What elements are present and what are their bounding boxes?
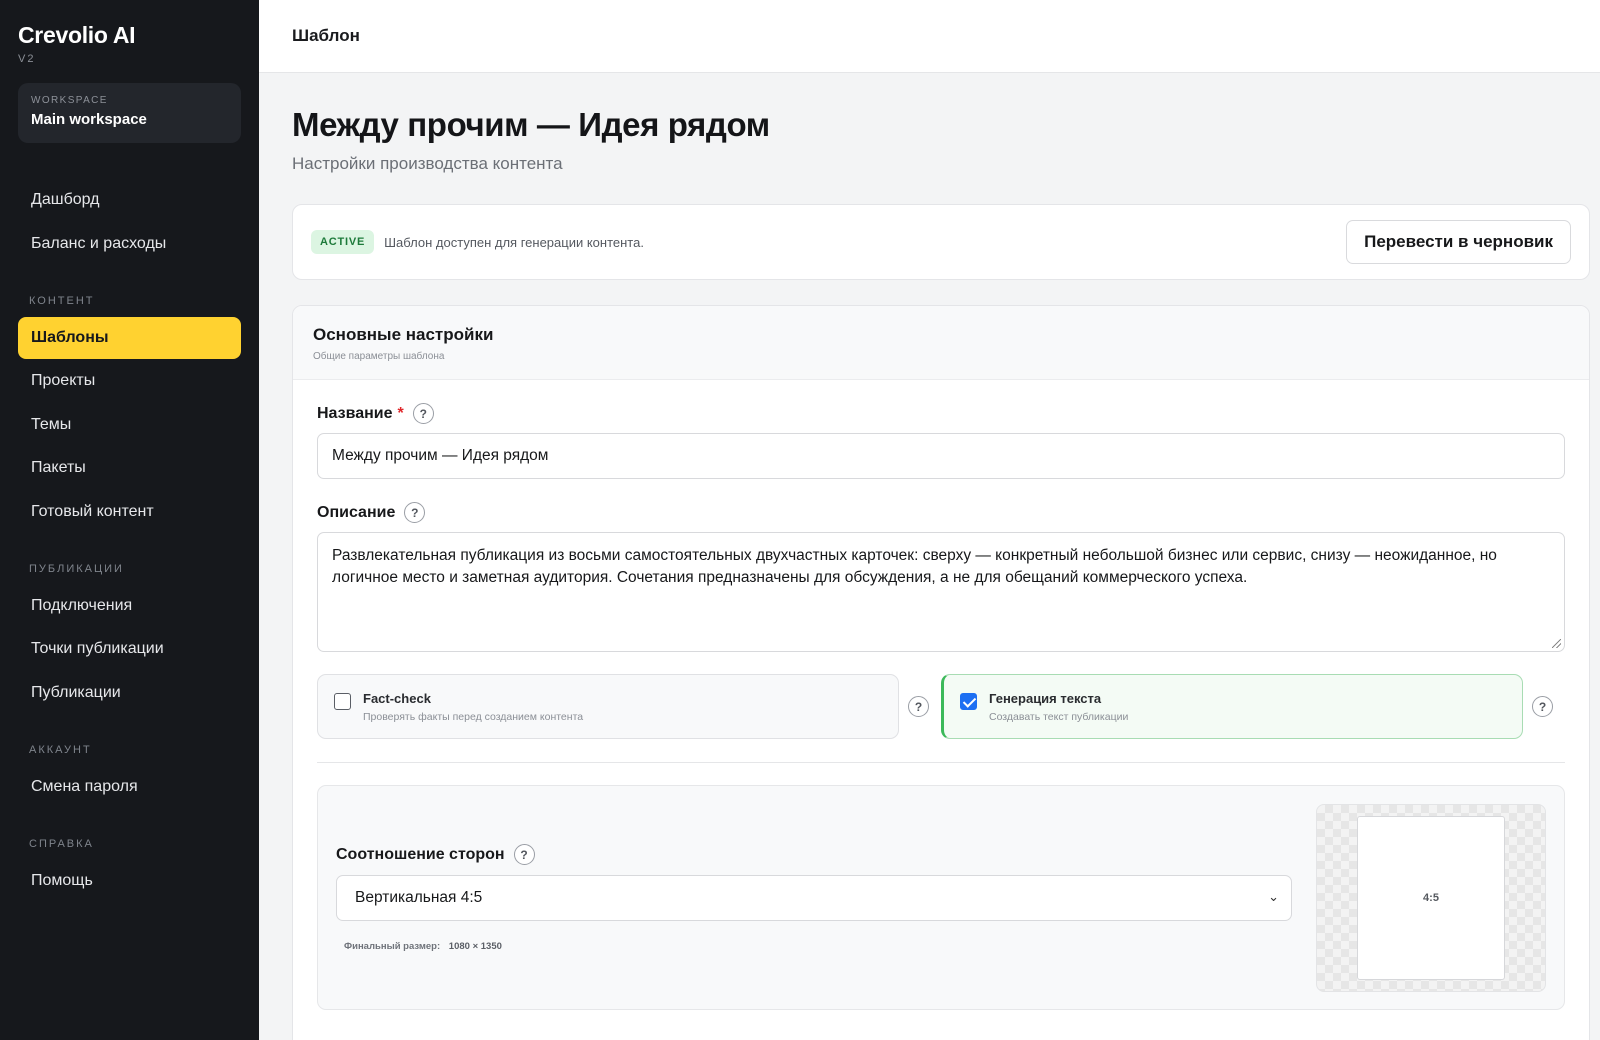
move-to-draft-button[interactable]: Перевести в черновик: [1346, 220, 1571, 264]
settings-subtitle: Общие параметры шаблона: [313, 351, 445, 362]
name-input[interactable]: Между прочим — Идея рядом: [317, 433, 1565, 479]
settings-header: Основные настройки Общие параметры шабло…: [293, 306, 1589, 380]
fact-check-checkbox[interactable]: [334, 693, 351, 710]
divider: [317, 762, 1565, 763]
status-badge: ACTIVE: [311, 230, 375, 254]
description-label-text: Описание: [317, 503, 396, 521]
description-textarea[interactable]: Развлекательная публикация из восьми сам…: [317, 532, 1565, 652]
sidebar-item-change-password[interactable]: Смена пароля: [18, 766, 241, 808]
sidebar-item-dashboard[interactable]: Дашборд: [18, 179, 241, 221]
sidebar-item-templates[interactable]: Шаблоны: [18, 316, 241, 359]
description-text: Развлекательная публикация из восьми сам…: [332, 547, 1497, 586]
text-generation-description: Создавать текст публикации: [989, 711, 1129, 723]
resize-grip-icon[interactable]: [1552, 639, 1561, 648]
sidebar-section-account: АККАУНТ: [29, 743, 92, 756]
topbar: Шаблон: [259, 0, 1600, 73]
final-size-value: 1080 × 1350: [448, 941, 502, 952]
aspect-field-label: Соотношение сторон ?: [336, 844, 1292, 865]
fact-check-title: Fact-check: [363, 691, 431, 706]
help-icon[interactable]: ?: [412, 403, 434, 424]
final-size-label: Финальный размер:: [344, 941, 441, 952]
settings-title: Основные настройки: [313, 325, 494, 344]
sidebar-item-publications[interactable]: Публикации: [18, 672, 241, 714]
text-generation-checkbox[interactable]: [960, 693, 977, 710]
fact-check-toggle[interactable]: Fact-check Проверять факты перед создани…: [317, 674, 899, 739]
workspace-name: Main workspace: [31, 111, 147, 128]
sidebar-item-connections[interactable]: Подключения: [18, 585, 241, 627]
help-icon[interactable]: ?: [404, 502, 426, 523]
sidebar-item-help[interactable]: Помощь: [18, 860, 241, 902]
settings-card: Основные настройки Общие параметры шабло…: [292, 305, 1590, 1040]
sidebar-section-content: КОНТЕНТ: [29, 294, 95, 307]
chevron-down-icon: ⌄: [1268, 889, 1279, 904]
aspect-preview-frame: 4:5: [1357, 816, 1505, 980]
final-size: Финальный размер: 1080 × 1350: [336, 941, 1292, 952]
app-logo: Crevolio AI: [18, 22, 136, 48]
workspace-label: WORKSPACE: [31, 95, 108, 106]
sidebar-item-packages[interactable]: Пакеты: [18, 447, 241, 489]
fact-check-description: Проверять факты перед созданием контента: [363, 711, 584, 723]
sidebar-item-balance[interactable]: Баланс и расходы: [18, 223, 241, 265]
page-title: Между прочим — Идея рядом: [292, 106, 770, 143]
name-label-text: Название: [317, 404, 393, 422]
aspect-ratio-panel: Соотношение сторон ? Вертикальная 4:5 ⌄ …: [317, 785, 1565, 1010]
text-generation-toggle[interactable]: Генерация текста Создавать текст публика…: [941, 674, 1523, 739]
text-generation-title: Генерация текста: [989, 691, 1102, 706]
toggle-row: Fact-check Проверять факты перед создани…: [317, 674, 1565, 739]
sidebar-section-help: СПРАВКА: [29, 837, 94, 850]
sidebar: Crevolio AI V2 WORKSPACE Main workspace …: [0, 0, 259, 1040]
name-field-label: Название * ?: [317, 403, 1565, 424]
main-area: Шаблон Между прочим — Идея рядом Настрой…: [259, 0, 1600, 1040]
aspect-ratio-select[interactable]: Вертикальная 4:5 ⌄: [336, 875, 1292, 921]
aspect-preview: 4:5: [1316, 804, 1546, 992]
status-text: Шаблон доступен для генерации контента.: [384, 234, 644, 250]
app-version: V2: [18, 53, 36, 65]
aspect-ratio-selected: Вертикальная 4:5: [355, 889, 483, 906]
help-icon[interactable]: ?: [513, 844, 535, 865]
status-card: ACTIVE Шаблон доступен для генерации кон…: [292, 204, 1590, 280]
sidebar-item-publish-points[interactable]: Точки публикации: [18, 628, 241, 670]
breadcrumb: Шаблон: [292, 26, 360, 45]
sidebar-item-projects[interactable]: Проекты: [18, 360, 241, 402]
help-icon[interactable]: ?: [1532, 696, 1553, 717]
settings-body: Название * ? Между прочим — Идея рядом О…: [293, 380, 1589, 1010]
sidebar-section-publications: ПУБЛИКАЦИИ: [29, 562, 124, 575]
sidebar-item-ready-content[interactable]: Готовый контент: [18, 491, 241, 533]
aspect-label-text: Соотношение сторон: [336, 845, 505, 863]
description-field-label: Описание ?: [317, 502, 1565, 523]
help-icon[interactable]: ?: [908, 696, 929, 717]
workspace-switcher[interactable]: WORKSPACE Main workspace: [18, 83, 241, 143]
sidebar-item-topics[interactable]: Темы: [18, 404, 241, 446]
sidebar-nav: Дашборд Баланс и расходы КОНТЕНТ Шаблоны…: [18, 179, 241, 902]
required-mark: *: [397, 404, 404, 422]
page-subtitle: Настройки производства контента: [292, 154, 563, 173]
content: Между прочим — Идея рядом Настройки прои…: [259, 73, 1600, 1040]
